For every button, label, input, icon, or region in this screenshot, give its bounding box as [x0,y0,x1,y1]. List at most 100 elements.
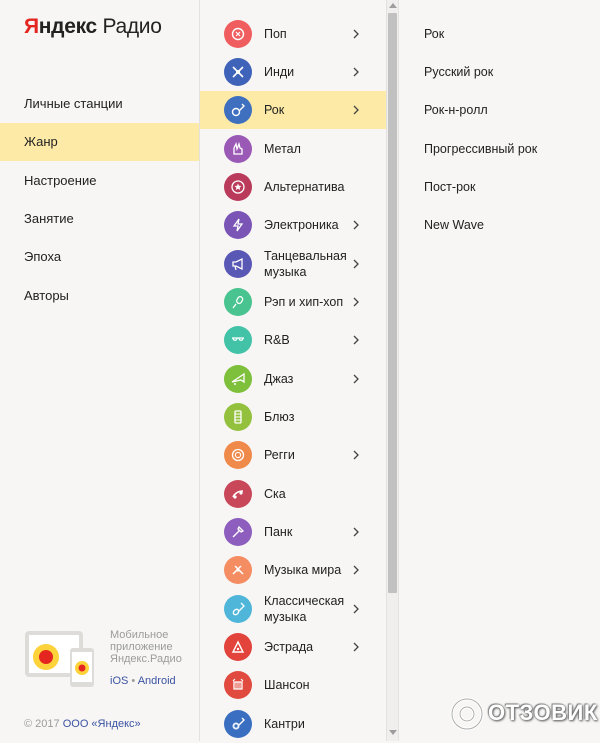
genre-badge [224,671,252,699]
genre-label: Кантри [264,717,305,731]
subgenre-item-2[interactable]: Русский рок [424,53,493,91]
genre-item-19[interactable]: Кантри [200,705,386,743]
subgenre-item-5[interactable]: Пост-рок [424,168,475,206]
genre-item-10[interactable]: Джаз [200,360,386,398]
chevron-right-icon [353,105,359,115]
chevron-right-icon [353,67,359,77]
genre-label: Рок [264,103,285,117]
genre-item-16[interactable]: Классическая музыка [200,590,386,628]
violin-icon [232,602,245,616]
genre-badge [224,20,252,48]
genre-item-9[interactable]: R&B [200,321,386,359]
genre-label: Классическая музыка [264,594,345,624]
harmonica-icon [234,410,242,424]
logo-ya-rest: ндекс [38,15,97,38]
genre-badge [224,595,252,623]
nav-item-5[interactable]: Эпоха [0,238,199,276]
genre-badge [224,480,252,508]
yandex-radio-logo[interactable]: Яндекс Радио [24,15,162,39]
genre-label: Регги [264,448,295,462]
genre-item-2[interactable]: Инди [200,53,386,91]
chevron-right-icon [353,604,359,614]
scroll-thumb[interactable] [388,13,397,593]
nav-item-6[interactable]: Авторы [0,277,199,315]
genre-badge [224,96,252,124]
genre-item-15[interactable]: Музыка мира [200,551,386,589]
chevron-right-icon [353,297,359,307]
lion-icon [231,448,245,462]
genre-badge [224,710,252,738]
genre-badge [224,441,252,469]
promo-line-3: Яндекс.Радио [110,653,182,665]
genre-item-12[interactable]: Регги [200,436,386,474]
chevron-right-icon [353,450,359,460]
genre-label: Панк [264,525,293,539]
banjo-icon [232,717,245,730]
scroll-down-arrow-icon[interactable] [389,730,397,735]
genre-badge [224,518,252,546]
genre-item-11[interactable]: Блюз [200,398,386,436]
genre-label: Эстрада [264,640,314,654]
genre-item-8[interactable]: Рэп и хип-хоп [200,283,386,321]
genre-item-7[interactable]: Танцевальная музыка [200,245,386,283]
ios-link[interactable]: iOS [110,675,128,687]
genre-badge [224,211,252,239]
chevron-right-icon [353,374,359,384]
mobile-app-promo: Мобильное приложение Яндекс.Радио iOS • … [24,627,194,691]
genre-badge [224,365,252,393]
genre-item-4[interactable]: Метал [200,130,386,168]
promo-line-2: приложение [110,641,173,653]
genre-list: Поп Инди Рок Метал Альтернатива Электроника Та… [200,0,386,741]
ska-icon [232,490,244,499]
subgenre-item-6[interactable]: New Wave [424,206,484,244]
genre-label: Музыка мира [264,563,342,577]
pop-icon [231,27,245,41]
genre-item-17[interactable]: Эстрада [200,628,386,666]
world-icon [232,565,244,575]
genre-label: Ска [264,487,286,501]
genre-badge [224,403,252,431]
genre-item-13[interactable]: Ска [200,475,386,513]
guitar-icon [231,103,245,117]
scroll-up-arrow-icon[interactable] [389,3,397,8]
megaphone-icon [232,257,243,271]
subgenre-item-4[interactable]: Прогрессивный рок [424,130,537,168]
nav-item-1[interactable]: Личные станции [0,85,199,123]
genre-label: Танцевальная музыка [264,249,347,279]
genre-item-18[interactable]: Шансон [200,666,386,704]
subgenre-item-3[interactable]: Рок-н-ролл [424,91,488,129]
nav-item-4[interactable]: Занятие [0,200,199,238]
lightning-icon [232,218,244,232]
star-icon [231,180,245,194]
genre-item-1[interactable]: Поп [200,15,386,53]
subgenre-item-1[interactable]: Рок [424,15,444,53]
genre-badge [224,326,252,354]
genre-item-3[interactable]: Рок [200,91,386,129]
triangle-icon [231,640,245,653]
yandex-company-link[interactable]: ООО «Яндекс» [63,718,141,730]
left-sidebar: Яндекс Радио Личные станции Жанр Настроени… [0,0,200,741]
copyright-year: © 2017 [24,718,60,730]
chevron-right-icon [353,565,359,575]
genre-label: Джаз [264,372,294,386]
genre-badge [224,556,252,584]
nav-item-3[interactable]: Настроение [0,162,199,200]
genre-badge [224,58,252,86]
mobile-devices-icon [25,631,94,687]
genre-item-5[interactable]: Альтернатива [200,168,386,206]
chevron-right-icon [353,335,359,345]
android-link[interactable]: Android [138,675,176,687]
copyright: © 2017 ООО «Яндекс» [24,718,141,730]
subgenre-list: Рок Русский рок Рок-н-ролл Прогрессивный ро… [399,0,600,741]
genre-label: Блюз [264,410,295,424]
genre-item-6[interactable]: Электроника [200,206,386,244]
otzovik-watermark: ОТЗОВИК [448,694,597,734]
genre-item-14[interactable]: Панк [200,513,386,551]
genre-label: Поп [264,27,287,41]
genre-label: Инди [264,65,295,79]
promo-line-1: Мобильное [110,629,169,641]
genre-label: R&B [264,333,290,347]
nav-item-2[interactable]: Жанр [0,123,199,161]
genre-list-scrollbar[interactable] [386,0,399,741]
otzovik-logo-icon [450,697,484,731]
